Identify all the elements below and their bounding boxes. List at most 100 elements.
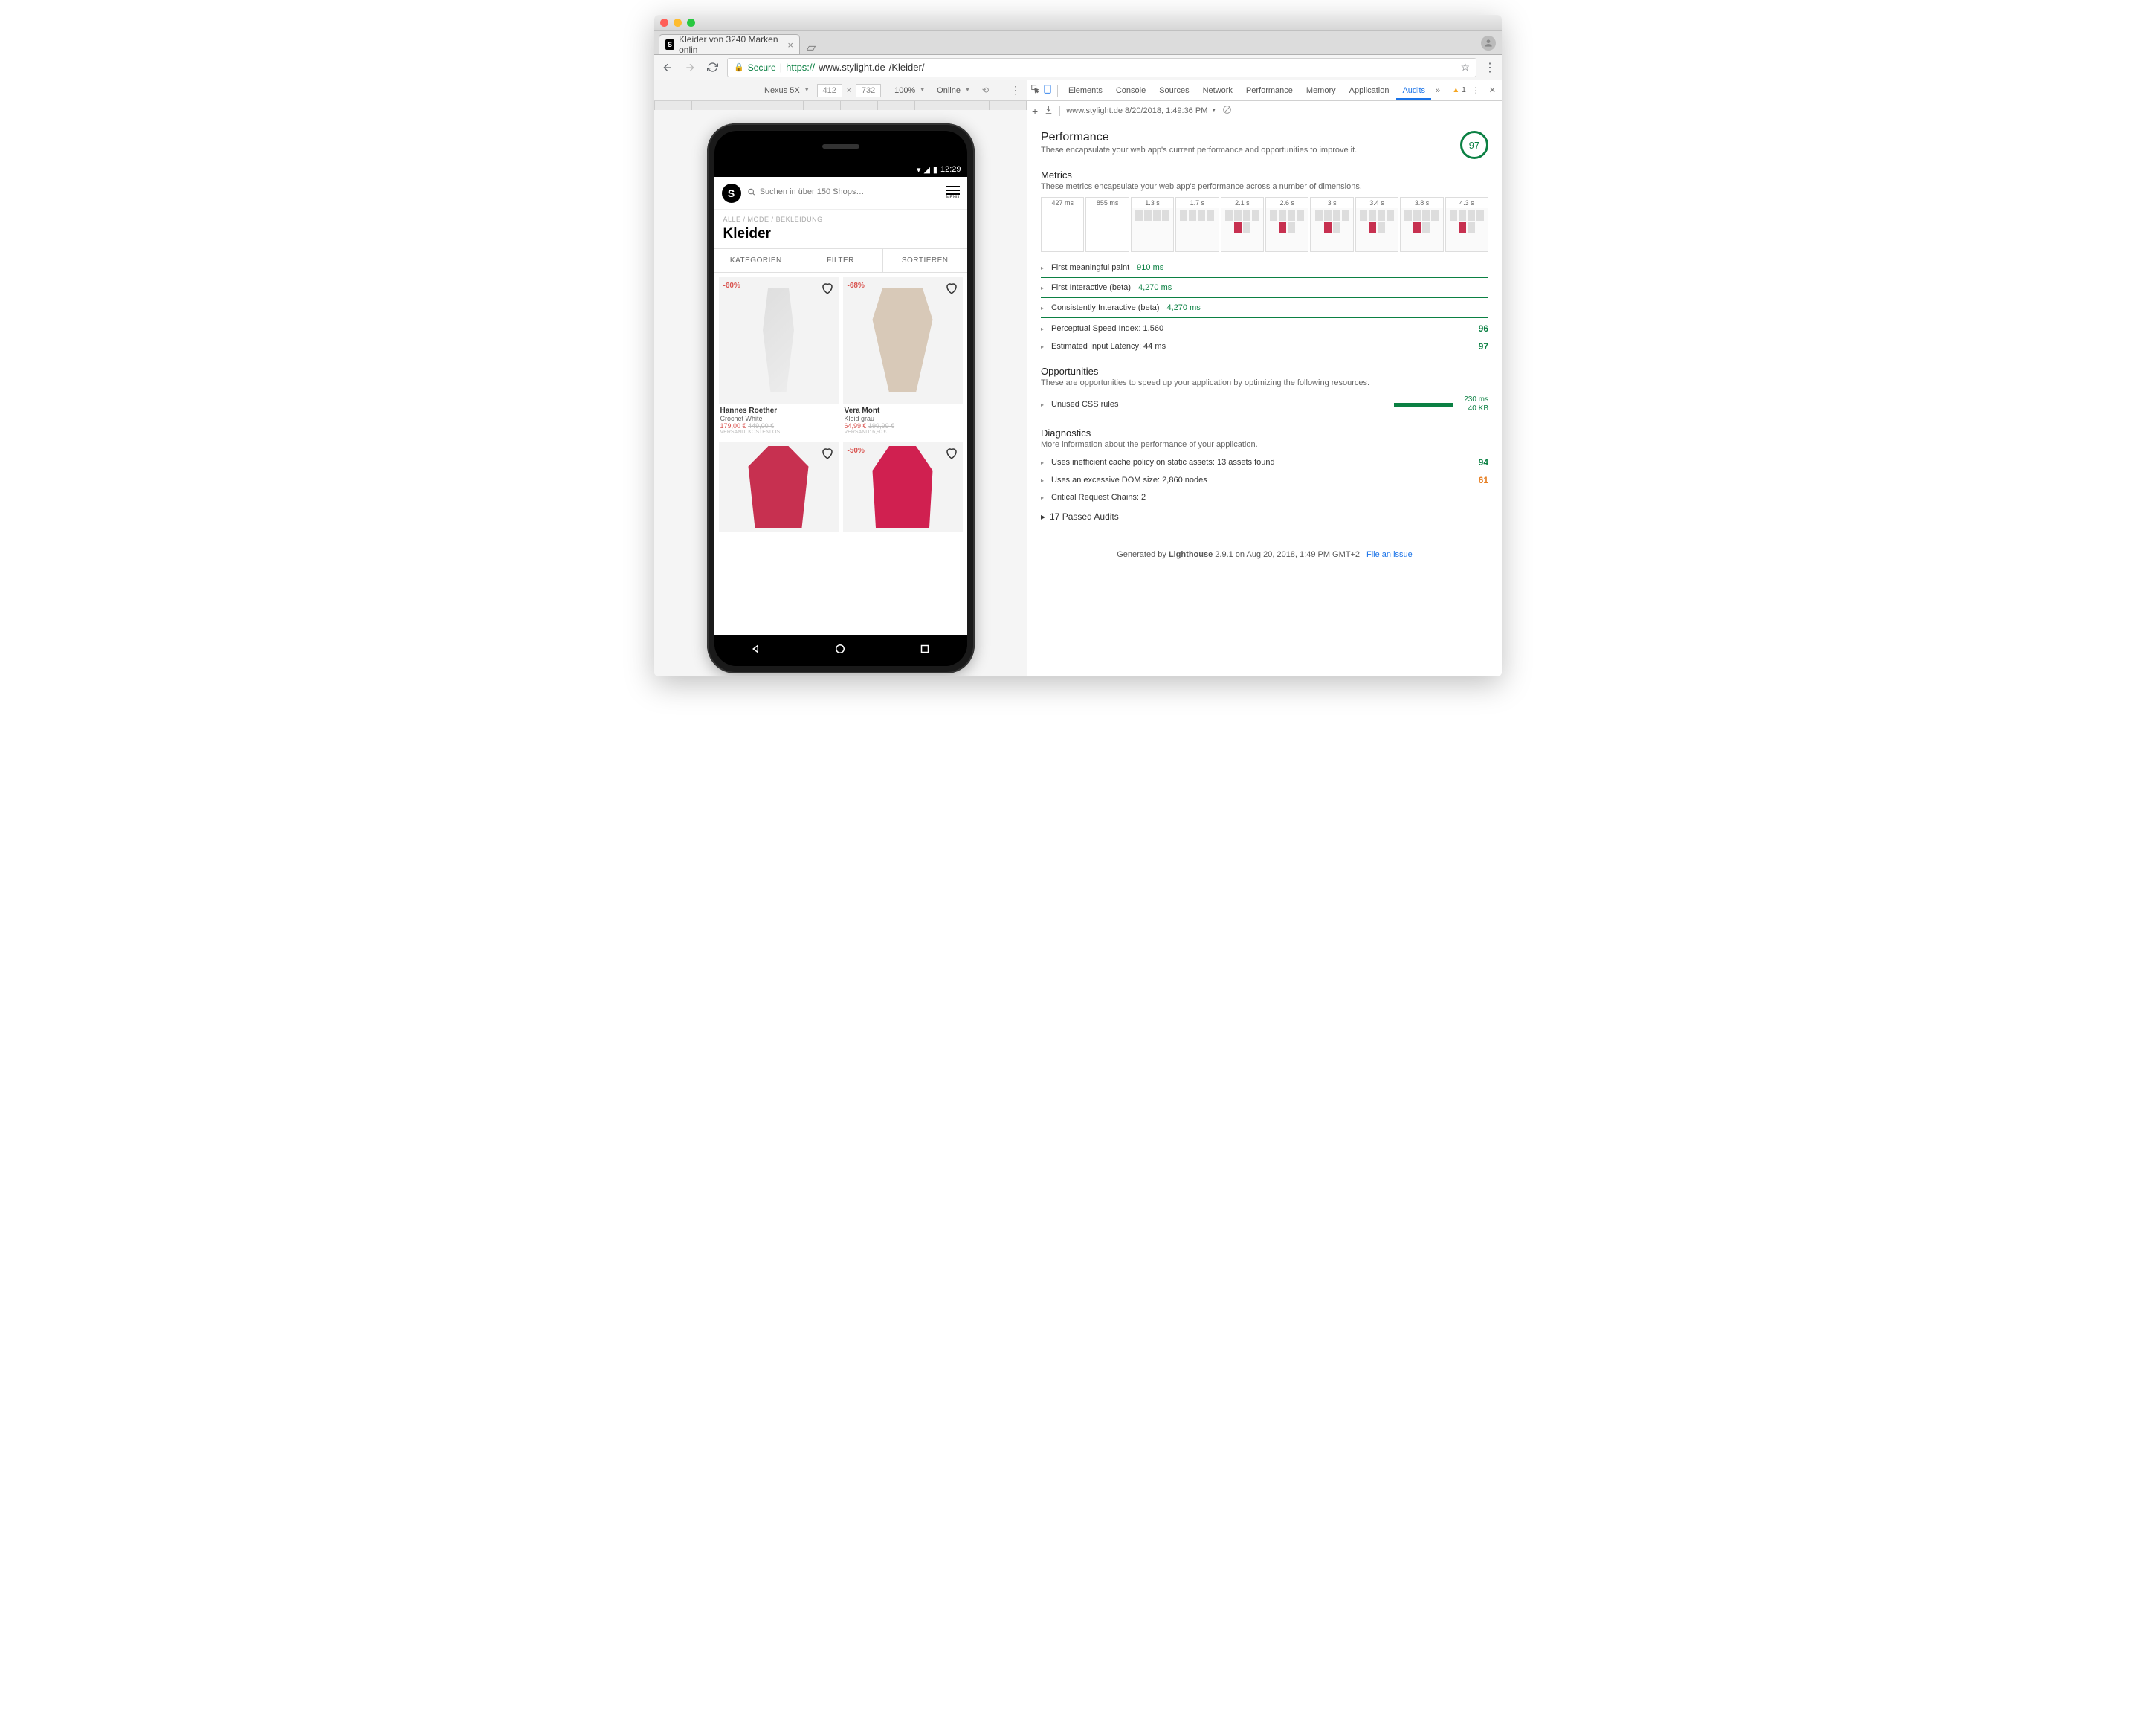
home-icon[interactable]: [833, 642, 847, 659]
device-preview-pane: Nexus 5X × 100% Online ⟲ ⋮ ▾: [654, 80, 1027, 676]
crumb[interactable]: BEKLEIDUNG: [776, 216, 823, 223]
file-issue-link[interactable]: File an issue: [1366, 550, 1413, 559]
reload-button[interactable]: [705, 60, 720, 75]
zoom-select[interactable]: 100%: [890, 85, 929, 97]
close-devtools-icon[interactable]: ✕: [1486, 85, 1499, 95]
frame-thumbnail: [1356, 208, 1398, 251]
crumb[interactable]: ALLE: [723, 216, 741, 223]
product-card[interactable]: -60% Hannes Roether Crochet White 179,00…: [719, 277, 839, 438]
filmstrip-frame: 4.3 s: [1445, 197, 1488, 252]
favorite-button[interactable]: [821, 447, 834, 460]
expand-icon: ▸: [1041, 494, 1047, 501]
expand-icon: ▸: [1041, 305, 1047, 311]
frame-timestamp: 1.3 s: [1132, 198, 1173, 208]
device-toolbar: Nexus 5X × 100% Online ⟲ ⋮: [654, 80, 1027, 101]
devtools-menu-icon[interactable]: ⋮: [1468, 85, 1485, 95]
metric-row[interactable]: ▸Perceptual Speed Index: 1,56096: [1041, 320, 1488, 337]
diagnostic-row[interactable]: ▸Critical Request Chains: 2: [1041, 489, 1488, 505]
metrics-title: Metrics: [1041, 169, 1488, 181]
filmstrip-frame: 2.1 s: [1221, 197, 1264, 252]
product-card[interactable]: -50%: [843, 442, 963, 532]
throttle-select[interactable]: Online: [932, 85, 975, 97]
product-card[interactable]: -68% Vera Mont Kleid grau 64,99 € 199,99…: [843, 277, 963, 438]
menu-button[interactable]: MENÜ: [946, 186, 960, 200]
maximize-window-button[interactable]: [687, 19, 695, 27]
download-report-button[interactable]: [1044, 105, 1053, 117]
tab-memory[interactable]: Memory: [1300, 82, 1342, 100]
performance-title: Performance: [1041, 131, 1357, 144]
favorite-button[interactable]: [945, 447, 958, 460]
profile-avatar[interactable]: [1481, 36, 1496, 51]
filmstrip-frame: 3.4 s: [1355, 197, 1398, 252]
tab-console[interactable]: Console: [1110, 82, 1152, 100]
new-tab-button[interactable]: ▱: [803, 41, 819, 54]
forward-button[interactable]: [682, 60, 697, 75]
metric-label: Estimated Input Latency: 44 ms: [1051, 342, 1166, 351]
metric-row[interactable]: ▸First meaningful paint910 ms: [1041, 259, 1488, 278]
minimize-window-button[interactable]: [674, 19, 682, 27]
audit-run-select[interactable]: www.stylight.de 8/20/2018, 1:49:36 PM: [1066, 106, 1216, 115]
rotate-icon[interactable]: ⟲: [982, 85, 989, 95]
tab-elements[interactable]: Elements: [1062, 82, 1108, 100]
passed-label: 17 Passed Audits: [1050, 511, 1119, 522]
device-toolbar-menu-icon[interactable]: ⋮: [1010, 84, 1021, 97]
opportunity-size: 40 KB: [1464, 404, 1488, 413]
metric-row[interactable]: ▸ Estimated Input Latency: 44 ms 97: [1041, 337, 1488, 355]
android-navbar: [714, 635, 967, 666]
tab-audits[interactable]: Audits: [1396, 82, 1431, 100]
product-card[interactable]: [719, 442, 839, 532]
tab-categories[interactable]: KATEGORIEN: [714, 249, 798, 272]
back-button[interactable]: [660, 60, 675, 75]
search-input[interactable]: [760, 187, 940, 196]
tab-filter[interactable]: FILTER: [798, 249, 882, 272]
page-title: Kleider: [714, 224, 967, 248]
phone-speaker: [822, 144, 859, 149]
tab-strip: S Kleider von 3240 Marken onlin × ▱: [654, 31, 1502, 55]
passed-audits-toggle[interactable]: ▸ 17 Passed Audits: [1041, 505, 1488, 528]
close-window-button[interactable]: [660, 19, 668, 27]
metric-score: 97: [1479, 341, 1488, 352]
tab-performance[interactable]: Performance: [1240, 82, 1299, 100]
clear-icon[interactable]: [1222, 105, 1232, 117]
omnibox[interactable]: 🔒 Secure | https://www.stylight.de/Kleid…: [727, 58, 1476, 77]
browser-tab[interactable]: S Kleider von 3240 Marken onlin ×: [659, 34, 800, 54]
favorite-button[interactable]: [945, 282, 958, 295]
favorite-button[interactable]: [821, 282, 834, 295]
product-image: [752, 288, 804, 392]
metric-row[interactable]: ▸First Interactive (beta)4,270 ms: [1041, 280, 1488, 298]
recent-icon[interactable]: [918, 642, 932, 659]
diagnostic-row[interactable]: ▸Uses inefficient cache policy on static…: [1041, 453, 1488, 471]
tab-sources[interactable]: Sources: [1153, 82, 1195, 100]
product-brand: Hannes Roether: [720, 407, 837, 415]
inspect-icon[interactable]: [1030, 84, 1041, 97]
opportunity-row[interactable]: ▸ Unused CSS rules 230 ms 40 KB: [1041, 392, 1488, 417]
device-select[interactable]: Nexus 5X: [760, 85, 814, 97]
search-field[interactable]: [747, 187, 940, 198]
tab-application[interactable]: Application: [1343, 82, 1395, 100]
new-audit-button[interactable]: +: [1032, 105, 1038, 117]
filter-tabs: KATEGORIEN FILTER SORTIEREN: [714, 248, 967, 273]
close-tab-icon[interactable]: ×: [787, 39, 793, 51]
performance-subtitle: These encapsulate your web app's current…: [1041, 146, 1357, 155]
opportunities-title: Opportunities: [1041, 366, 1488, 377]
discount-badge: -60%: [723, 282, 740, 290]
expand-icon: ▸: [1041, 343, 1047, 350]
devtools-tabs: Elements Console Sources Network Perform…: [1027, 80, 1502, 101]
search-icon: [747, 187, 755, 196]
tab-sort[interactable]: SORTIEREN: [882, 249, 967, 272]
tab-network[interactable]: Network: [1197, 82, 1239, 100]
browser-menu-icon[interactable]: ⋮: [1484, 60, 1496, 75]
device-width-input[interactable]: [817, 84, 842, 97]
site-logo[interactable]: S: [722, 184, 741, 203]
bookmark-star-icon[interactable]: ☆: [1460, 61, 1470, 74]
device-height-input[interactable]: [856, 84, 881, 97]
metrics-subtitle: These metrics encapsulate your web app's…: [1041, 182, 1488, 191]
back-icon[interactable]: [749, 642, 763, 659]
more-tabs-icon[interactable]: »: [1433, 86, 1443, 95]
metric-row[interactable]: ▸Consistently Interactive (beta)4,270 ms: [1041, 300, 1488, 318]
device-mode-icon[interactable]: [1042, 84, 1053, 97]
diagnostic-row[interactable]: ▸Uses an excessive DOM size: 2,860 nodes…: [1041, 471, 1488, 489]
warnings-badge[interactable]: ▲1: [1452, 86, 1465, 94]
crumb[interactable]: MODE: [748, 216, 769, 223]
audit-report: Performance These encapsulate your web a…: [1027, 120, 1502, 676]
